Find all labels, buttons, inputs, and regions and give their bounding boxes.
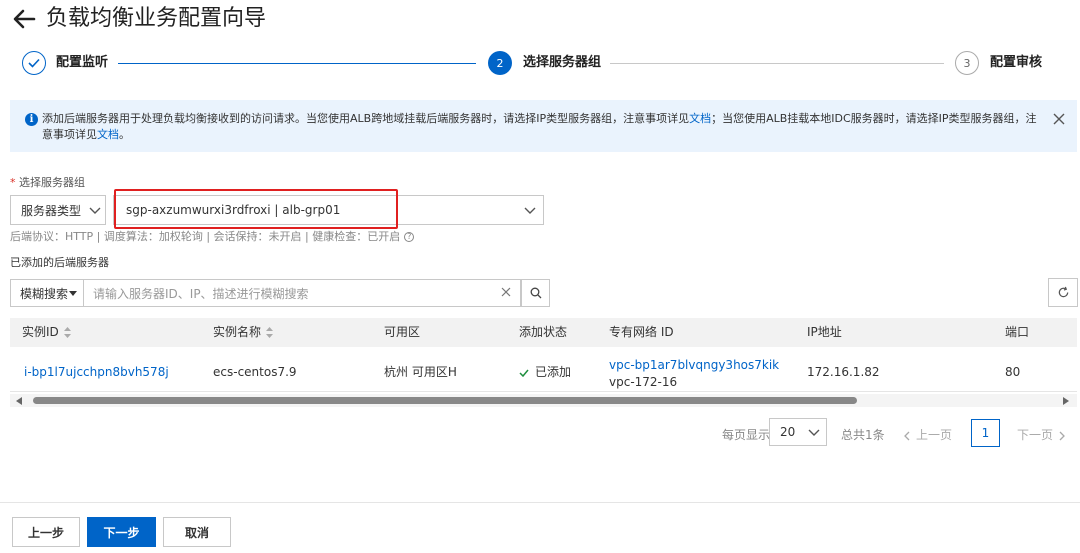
page-1-button[interactable]: 1 <box>971 419 1000 447</box>
step-3-number: 3 <box>955 51 979 75</box>
clear-icon[interactable] <box>500 286 512 298</box>
step-2-label: 选择服务器组 <box>523 55 602 70</box>
check-icon <box>519 369 529 377</box>
prev-step-button[interactable]: 上一步 <box>12 517 80 547</box>
doc-link[interactable]: 文档 <box>689 112 711 125</box>
chevron-down-icon <box>808 429 820 436</box>
prev-page-label: 上一页 <box>916 428 953 442</box>
search-mode-label: 模糊搜索 <box>20 286 69 301</box>
page-title: 负载均衡业务配置向导 <box>46 6 267 31</box>
total-count: 总共1条 <box>841 428 885 442</box>
scroll-right-arrow-icon[interactable] <box>1063 397 1069 405</box>
step-2-number: 2 <box>488 51 512 75</box>
required-mark: * <box>10 176 16 189</box>
search-placeholder: 请输入服务器ID、IP、描述进行模糊搜索 <box>93 286 309 301</box>
chevron-down-icon <box>89 207 101 214</box>
page-size-value: 20 <box>780 425 796 439</box>
per-page-label: 每页显示 <box>722 428 771 442</box>
row-divider <box>10 391 1077 392</box>
back-arrow-icon[interactable] <box>10 4 40 34</box>
search-button[interactable] <box>521 279 550 307</box>
close-icon[interactable] <box>1050 110 1068 128</box>
server-type-select[interactable]: 服务器类型 <box>10 195 106 225</box>
step-connector <box>610 63 944 64</box>
ip-address: 172.16.1.82 <box>807 365 880 379</box>
step-connector <box>118 63 476 64</box>
step-3-label: 配置审核 <box>990 55 1043 70</box>
status-text: 已添加 <box>535 365 572 379</box>
sort-icon[interactable] <box>63 327 71 338</box>
doc-link[interactable]: 文档 <box>97 128 119 141</box>
vpc-id-link[interactable]: vpc-bp1ar7blvqngy3hos7kik <box>609 358 779 372</box>
server-group-value: sgp-axzumwurxi3rdfroxi | alb-grp01 <box>126 203 341 217</box>
help-icon[interactable]: ? <box>404 232 415 242</box>
meta-text: 后端协议：HTTP | 调度算法：加权轮询 | 会话保持：未开启 | 健康检查：… <box>10 230 401 243</box>
step-1-check-icon <box>22 51 46 75</box>
cancel-button[interactable]: 取消 <box>163 517 231 547</box>
server-group-meta: 后端协议：HTTP | 调度算法：加权轮询 | 会话保持：未开启 | 健康检查：… <box>10 230 415 244</box>
col-instance-name-label: 实例名称 <box>213 325 262 339</box>
col-status: 添加状态 <box>519 325 568 339</box>
added-servers-label: 已添加的后端服务器 <box>10 256 109 269</box>
server-group-label: * 选择服务器组 <box>10 174 85 190</box>
alert-message: 添加后端服务器用于处理负载均衡接收到的访问请求。当您使用ALB跨地域挂载后端服务… <box>42 111 1044 143</box>
next-page-button[interactable]: 下一页 <box>1017 426 1065 443</box>
port: 80 <box>1005 365 1021 379</box>
refresh-button[interactable] <box>1048 278 1078 307</box>
next-page-label: 下一页 <box>1017 428 1054 442</box>
alert-text-part: 添加后端服务器用于处理负载均衡接收到的访问请求。当您使用ALB跨地域挂载后端服务… <box>42 112 690 125</box>
chevron-right-icon <box>1059 431 1065 440</box>
next-step-button[interactable]: 下一步 <box>87 517 156 547</box>
instance-name: ecs-centos7.9 <box>213 365 297 379</box>
server-group-select[interactable]: sgp-axzumwurxi3rdfroxi | alb-grp01 <box>113 195 544 225</box>
col-instance-name[interactable]: 实例名称 <box>213 325 274 339</box>
info-icon: i <box>25 113 38 126</box>
prev-page-button[interactable]: 上一页 <box>904 426 952 443</box>
server-type-value: 服务器类型 <box>21 203 82 218</box>
footer-divider <box>0 502 1080 503</box>
chevron-down-icon <box>524 207 536 214</box>
search-icon <box>530 287 541 299</box>
scroll-left-arrow-icon[interactable] <box>16 397 22 405</box>
instance-id-link[interactable]: i-bp1l7ujcchpn8bvh578j <box>24 365 169 379</box>
col-instance-id-label: 实例ID <box>22 325 59 339</box>
col-instance-id[interactable]: 实例ID <box>22 325 71 339</box>
search-input[interactable]: 请输入服务器ID、IP、描述进行模糊搜索 <box>84 279 521 307</box>
caret-down-icon <box>69 291 77 296</box>
search-mode-dropdown[interactable]: 模糊搜索 <box>10 279 84 307</box>
page-size-select[interactable]: 20 <box>769 418 827 446</box>
refresh-icon <box>1058 286 1068 298</box>
vpc-name: vpc-172-16 <box>609 375 678 389</box>
scrollbar-thumb[interactable] <box>33 397 857 404</box>
col-ip: IP地址 <box>807 325 842 339</box>
zone: 杭州 可用区H <box>384 365 457 379</box>
server-group-label-text: 选择服务器组 <box>19 176 85 189</box>
col-vpc-id: 专有网络 ID <box>609 325 674 339</box>
step-1-label: 配置监听 <box>56 55 109 70</box>
status-cell: 已添加 <box>519 365 571 379</box>
alert-text-part: 。 <box>119 128 130 141</box>
col-port: 端口 <box>1005 325 1030 339</box>
col-zone: 可用区 <box>384 325 421 339</box>
chevron-left-icon <box>904 431 910 440</box>
sort-icon[interactable] <box>266 327 274 338</box>
